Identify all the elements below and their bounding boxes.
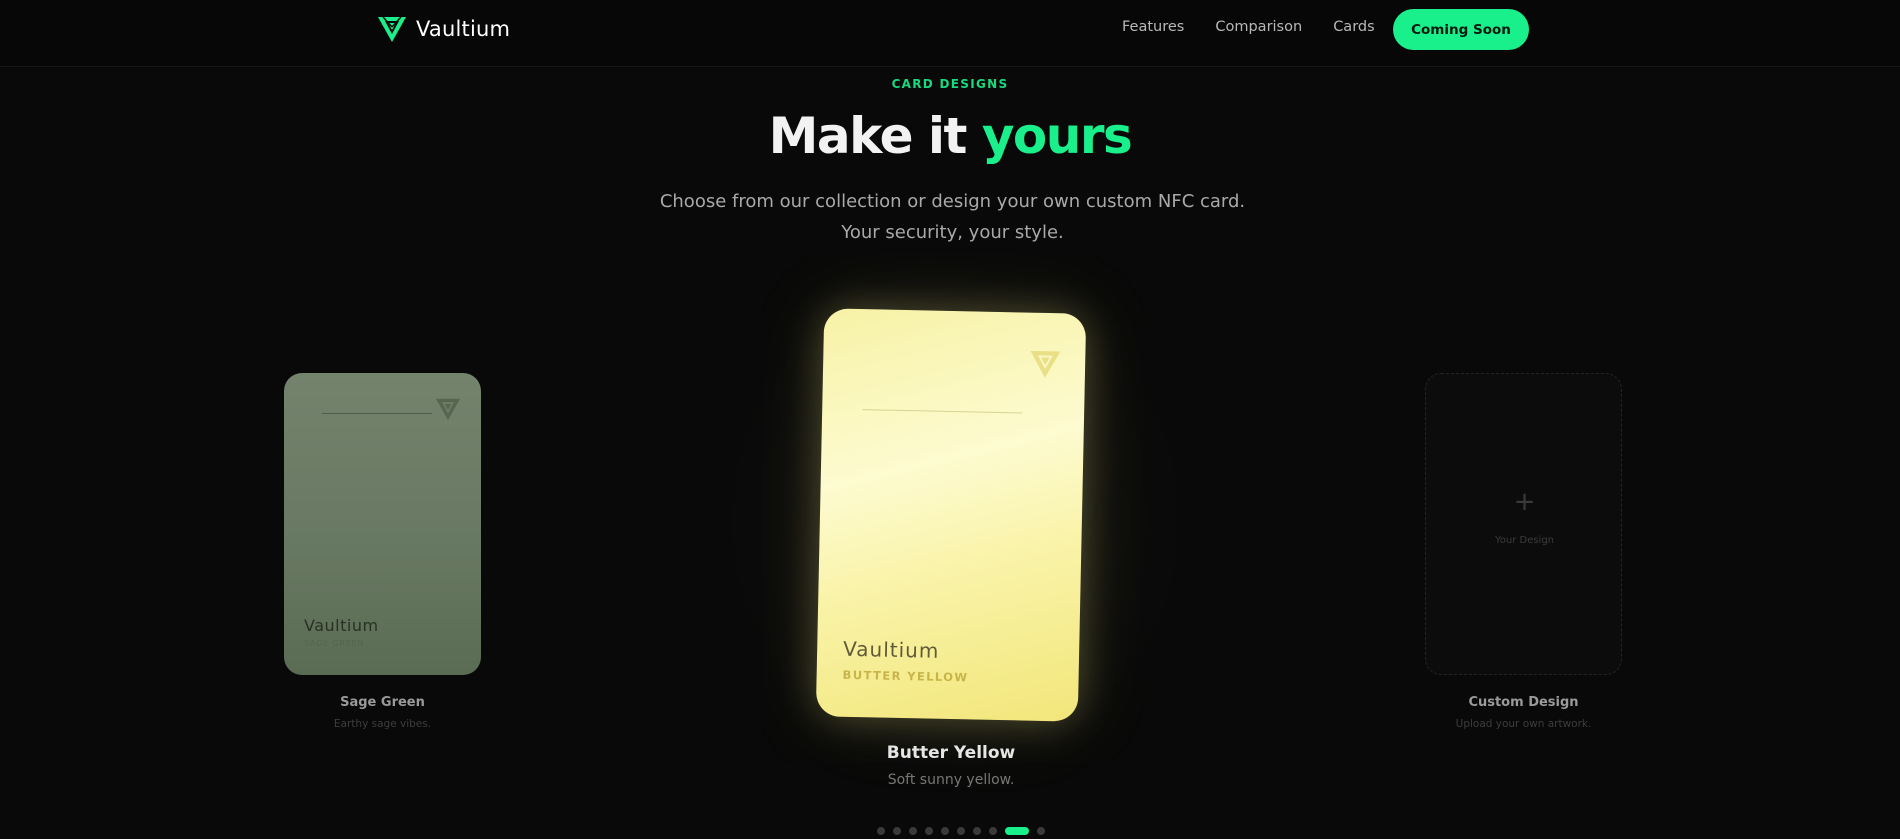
nav-links: Features Comparison Cards [1122,19,1406,35]
card-description-sage-green: Earthy sage vibes. [333,718,432,730]
vaultium-logo-icon [377,15,407,43]
card-description-butter-yellow: Soft sunny yellow. [887,772,1015,788]
section-subtitle: Choose from our collection or design you… [659,191,1246,243]
pagination-dot[interactable] [893,827,901,835]
card-label: BUTTER YELLOW [842,667,969,685]
nav-link-features[interactable]: Features [1122,19,1184,35]
pagination-dot[interactable] [1037,827,1045,835]
card-butter-yellow[interactable]: Vaultium BUTTER YELLOW [815,308,1087,722]
coming-soon-button[interactable]: Coming Soon [1393,9,1529,50]
card-custom-design[interactable]: + Your Design [1425,373,1622,675]
nav-link-comparison[interactable]: Comparison [1215,19,1302,35]
brand-name: Vaultium [416,17,511,41]
pagination-dot[interactable] [989,827,997,835]
card-sage-green[interactable]: Vaultium SAGE GREEN [284,373,481,675]
card-label: SAGE GREEN [304,639,365,648]
section-title: Make it yours [0,104,1900,168]
navbar: Vaultium Features Comparison Cards Comin… [0,0,1900,67]
pagination-dot[interactable] [925,827,933,835]
card-brand: Vaultium [842,636,940,663]
logo[interactable]: Vaultium [377,15,510,43]
page: Vaultium Features Comparison Cards Comin… [0,0,1900,839]
card-stripe [322,413,432,414]
card-title-butter-yellow: Butter Yellow [886,743,1016,763]
pagination-dot[interactable] [973,827,981,835]
pagination-dot-active[interactable] [1005,827,1029,835]
title-part-plain: Make it [768,107,982,165]
nav-link-cards[interactable]: Cards [1333,19,1374,35]
card-description-custom-design: Upload your own artwork. [1455,718,1592,730]
carousel-pagination [877,827,1053,835]
vaultium-mark-icon [435,397,461,425]
vaultium-mark-icon [1029,349,1062,384]
pagination-dot[interactable] [957,827,965,835]
pagination-dot[interactable] [909,827,917,835]
pagination-dot[interactable] [941,827,949,835]
card-brand: Vaultium [304,616,379,635]
card-title-custom-design: Custom Design [1468,695,1579,710]
section-eyebrow: CARD DESIGNS [891,77,1009,91]
title-part-highlight: yours [981,107,1133,165]
custom-design-placeholder: Your Design [1494,535,1555,546]
card-title-sage-green: Sage Green [340,695,425,710]
pagination-dot[interactable] [877,827,885,835]
card-stripe [862,409,1023,414]
plus-icon: + [1513,487,1536,517]
